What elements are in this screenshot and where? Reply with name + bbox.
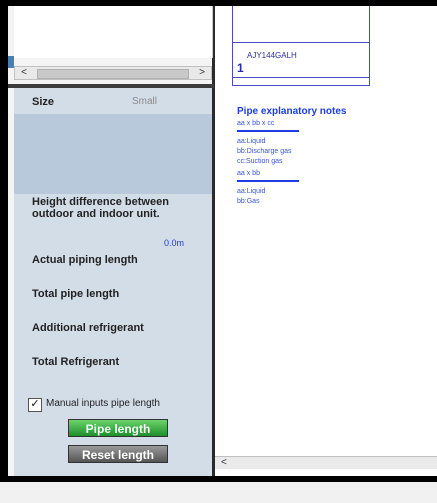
scroll-thumb[interactable]	[37, 69, 189, 79]
height-diff-label-1: Height difference between	[32, 196, 169, 208]
note-item: bb:Discharge gas	[237, 148, 292, 155]
pipe-notes-title: Pipe explanatory notes	[237, 106, 347, 117]
note-item: cc:Suction gas	[237, 158, 283, 165]
window-border-left	[0, 0, 8, 480]
diagram-canvas: AJY144GALH 1 Pipe explanatory notes aa x…	[215, 6, 437, 476]
status-area	[0, 482, 437, 503]
actual-piping-length-label: Actual piping length	[32, 254, 138, 266]
total-pipe-length-label: Total pipe length	[32, 288, 120, 300]
unit-model: AJY144GALH	[247, 51, 297, 60]
pipe-length-button[interactable]: Pipe length	[68, 419, 168, 437]
indoor-unit-box[interactable]: AJY144GALH 1	[233, 42, 369, 78]
height-diff-label-2: outdoor and indoor unit.	[32, 208, 160, 220]
notes-group2-underline	[237, 180, 299, 182]
size-row: Size Small	[14, 88, 212, 112]
size-label: Size	[32, 96, 55, 108]
note-item: aa:Liquid	[237, 188, 266, 195]
note-item: bb:Gas	[237, 198, 260, 205]
app-window: < > Size Small Height difference between…	[0, 0, 437, 503]
size-detail-box	[14, 114, 212, 194]
manual-inputs-label[interactable]: Manual inputs pipe length	[46, 398, 160, 409]
reset-length-button[interactable]: Reset length	[68, 445, 168, 463]
total-refrigerant-label: Total Refrigerant	[32, 356, 120, 368]
scroll-left-icon[interactable]: <	[221, 457, 227, 469]
notes-group1-underline	[237, 130, 299, 132]
size-value: Small	[132, 96, 158, 107]
settings-panel: Size Small Height difference between out…	[14, 88, 212, 476]
left-horizontal-scrollbar[interactable]: < >	[14, 66, 212, 80]
unit-number: 1	[237, 61, 244, 75]
height-diff-value: 0.0m	[164, 238, 185, 248]
scroll-right-icon[interactable]: >	[195, 67, 209, 79]
left-list-area	[14, 6, 213, 58]
scroll-left-icon[interactable]: <	[17, 67, 31, 79]
additional-refrigerant-label: Additional refrigerant	[32, 322, 144, 334]
manual-inputs-checkbox[interactable]: ✓	[28, 398, 42, 412]
note-item: aa:Liquid	[237, 138, 266, 145]
notes-group1-header: aa x bb x cc	[237, 120, 275, 127]
outdoor-unit-box[interactable]: AJY144GALH 1	[232, 6, 370, 86]
canvas-horizontal-scrollbar[interactable]: <	[215, 456, 437, 469]
notes-group2-header: aa x bb	[237, 170, 260, 177]
